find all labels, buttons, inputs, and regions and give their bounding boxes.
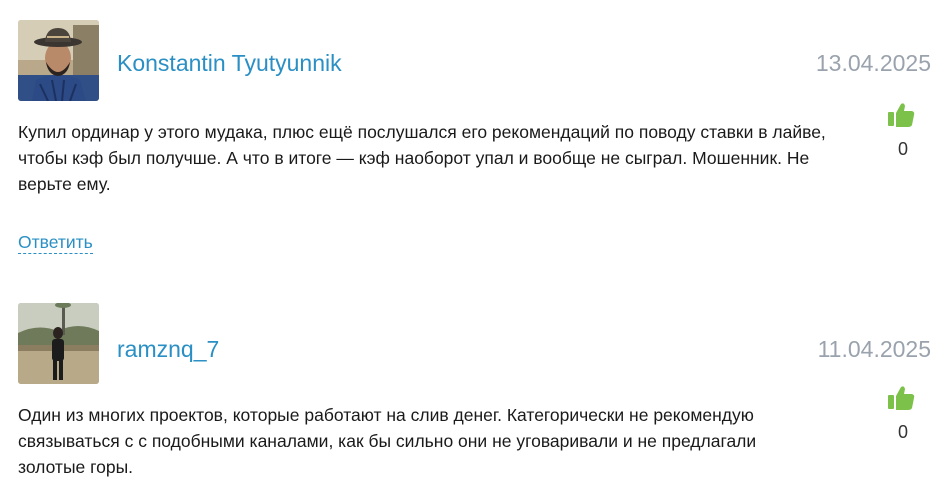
reply-link[interactable]: Ответить xyxy=(18,231,93,254)
user-avatar[interactable] xyxy=(18,303,99,384)
comment-date: 11.04.2025 xyxy=(817,336,931,362)
user-avatar[interactable] xyxy=(18,20,99,101)
thumbs-up-icon[interactable] xyxy=(886,383,916,413)
comment-item: Konstantin Tyutyunnik 13.04.2025 0 Купил… xyxy=(0,0,947,270)
comment-username[interactable]: ramznq_7 xyxy=(117,336,219,363)
thumbs-up-icon[interactable] xyxy=(886,100,916,130)
comment-text: Купил ординар у этого мудака, плюс ещё п… xyxy=(18,122,826,194)
comment-date: 13.04.2025 xyxy=(815,50,931,76)
comment-text: Один из многих проектов, которые работаю… xyxy=(18,405,757,477)
comment-username[interactable]: Konstantin Tyutyunnik xyxy=(117,50,342,77)
comment-item: ramznq_7 11.04.2025 0 Один из многих про… xyxy=(0,290,947,501)
like-count: 0 xyxy=(897,422,908,442)
like-count: 0 xyxy=(897,139,908,159)
